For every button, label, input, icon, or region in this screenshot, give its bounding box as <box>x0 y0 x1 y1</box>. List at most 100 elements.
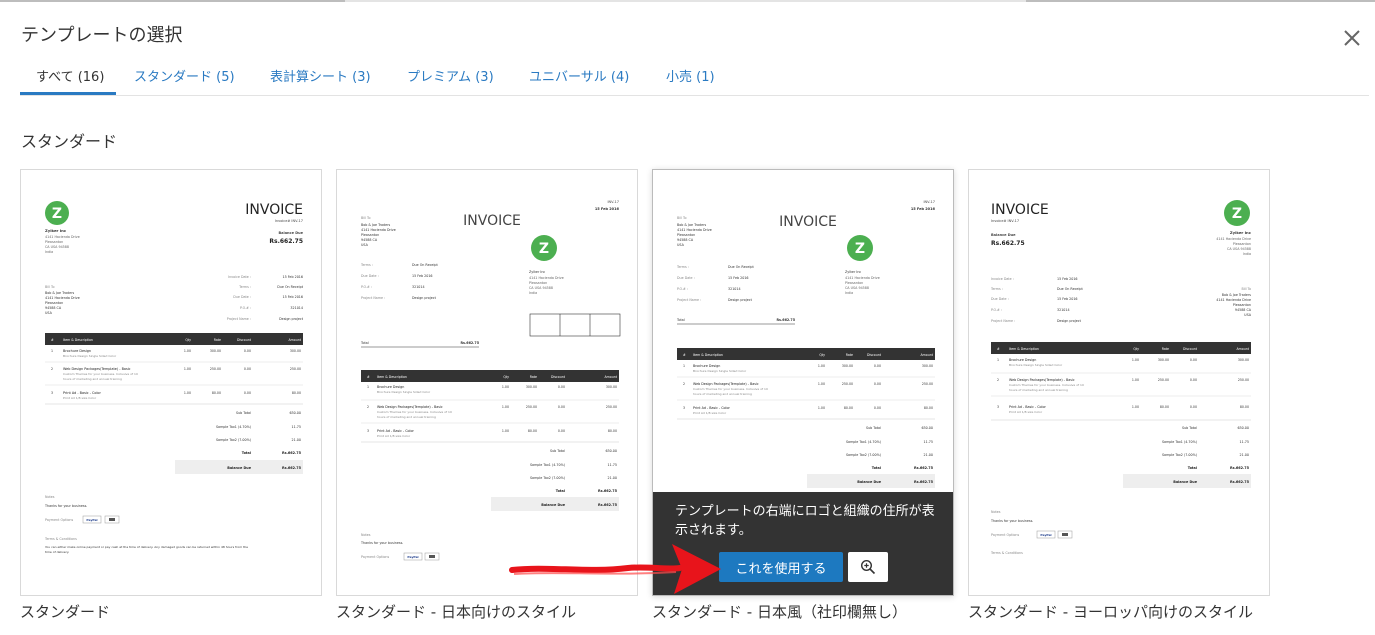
svg-text:Brochure Design: Brochure Design <box>63 349 91 353</box>
totals: Sub Total 630.00 Sample Tax1 (4.70%) 11.… <box>175 411 303 474</box>
items-table: # Item & Description Qty Rate Discount A… <box>45 333 303 405</box>
svg-text:0.00: 0.00 <box>558 385 565 389</box>
template-card-japanese-no-seal[interactable]: INV-17 15 Feb 2016 INVOICE Bill To Bob &… <box>652 169 954 596</box>
company-country: India <box>45 250 53 254</box>
svg-text:Qty: Qty <box>1133 347 1139 351</box>
template-label-standard[interactable]: スタンダード <box>20 601 110 622</box>
svg-text:Invoice Date :: Invoice Date : <box>228 275 251 279</box>
svg-text:Due Date :: Due Date : <box>233 295 251 299</box>
svg-text:2: 2 <box>51 367 53 371</box>
invoice-meta: Invoice Date : 15 Feb 2016 Terms : Due O… <box>990 277 1083 323</box>
company-address: 4141 Hacienda Drive <box>45 235 80 239</box>
svg-text:Bill To: Bill To <box>677 216 687 220</box>
svg-text:630.00: 630.00 <box>1237 426 1249 430</box>
svg-text:CA USA 94588: CA USA 94588 <box>1227 247 1251 251</box>
section-title: スタンダード <box>21 132 118 151</box>
svg-text:Balance Due: Balance Due <box>227 466 251 470</box>
svg-text:P.O.# :: P.O.# : <box>677 287 688 291</box>
svg-text:1.00: 1.00 <box>184 367 191 371</box>
invoice-number: Invoice# INV-17 <box>991 219 1019 223</box>
svg-text:Bob & Joe Traders: Bob & Joe Traders <box>45 291 74 295</box>
svg-text:0.00: 0.00 <box>1190 405 1197 409</box>
svg-text:hours of marketing and annual: hours of marketing and annual training <box>693 392 752 396</box>
template-label-european[interactable]: スタンダード - ヨーロッパ向けのスタイル <box>968 601 1253 622</box>
svg-text:Thanks for your business.: Thanks for your business. <box>990 519 1033 523</box>
svg-text:21.00: 21.00 <box>608 476 617 480</box>
svg-text:Brochure Design: Brochure Design <box>377 385 404 389</box>
invoice-meta: Terms : Due On Receipt Due Date : 15 Feb… <box>360 263 438 300</box>
preview-zoom-button[interactable] <box>848 552 888 582</box>
svg-text:250.00: 250.00 <box>290 367 301 371</box>
svg-text:Brochure Design Single Sided C: Brochure Design Single Sided Color <box>1009 363 1063 367</box>
red-arrow-annotation <box>509 544 721 594</box>
svg-text:Notes: Notes <box>991 510 1001 514</box>
svg-text:Bob & Joe Traders: Bob & Joe Traders <box>361 223 390 227</box>
svg-text:4141 Hacienda Drive: 4141 Hacienda Drive <box>1216 298 1251 302</box>
svg-text:Item & Description: Item & Description <box>63 338 93 342</box>
svg-text:300.00: 300.00 <box>210 349 221 353</box>
svg-text:3: 3 <box>997 405 999 409</box>
svg-text:You can either make online pay: You can either make online payment or pa… <box>45 545 248 549</box>
tab-universal[interactable]: ユニバーサル (4) <box>529 66 629 85</box>
svg-text:India: India <box>845 291 853 295</box>
tab-premium[interactable]: プレミアム (3) <box>407 66 494 85</box>
tab-bar: すべて (16) スタンダード (5) 表計算シート (3) プレミアム (3)… <box>20 58 1369 96</box>
svg-text:Rs.662.75: Rs.662.75 <box>1230 466 1250 470</box>
notes-section: Notes Thanks for your business. Payment … <box>990 510 1073 555</box>
tab-spreadsheet[interactable]: 表計算シート (3) <box>270 66 371 85</box>
invoice-logo: Z <box>847 235 873 261</box>
svg-text:Z: Z <box>52 206 62 222</box>
svg-text:Bill To: Bill To <box>361 216 371 220</box>
svg-text:Design project: Design project <box>1057 319 1082 323</box>
svg-text:Sample Tax1 (4.70%): Sample Tax1 (4.70%) <box>846 440 881 444</box>
svg-text:hours of marketing and annual: hours of marketing and annual training <box>377 415 436 419</box>
seal-boxes <box>529 313 621 337</box>
zoom-in-icon <box>860 559 876 575</box>
invoice-preview: INVOICE Invoice# INV-17 Balance Due Rs.6… <box>990 200 1252 555</box>
svg-text:250.00: 250.00 <box>1238 378 1249 382</box>
template-card-european[interactable]: INVOICE Invoice# INV-17 Balance Due Rs.6… <box>968 169 1270 596</box>
template-label-japanese-no-seal[interactable]: スタンダード - 日本風（社印欄無し） <box>652 601 907 622</box>
dialog-title: テンプレートの選択 <box>21 25 183 46</box>
svg-text:CA USA 94588: CA USA 94588 <box>845 286 869 290</box>
svg-text:PayPal: PayPal <box>1040 533 1051 537</box>
svg-text:time of delivery.: time of delivery. <box>45 550 69 554</box>
svg-text:Project Name :: Project Name : <box>677 298 701 302</box>
svg-text:#: # <box>367 375 370 379</box>
invoice-number: INV-17 <box>607 200 619 204</box>
svg-text:4141 Hacienda Drive: 4141 Hacienda Drive <box>677 228 712 232</box>
svg-text:Payment Options: Payment Options <box>45 518 73 522</box>
company-name: Zylker Inc <box>45 228 66 233</box>
invoice-title: INVOICE <box>463 213 521 229</box>
svg-text:0.00: 0.00 <box>244 349 251 353</box>
tab-all[interactable]: すべて (16) <box>36 66 104 85</box>
svg-text:Amount: Amount <box>920 353 933 357</box>
close-button[interactable] <box>1340 26 1364 50</box>
svg-text:4141 Hacienda Drive: 4141 Hacienda Drive <box>845 276 880 280</box>
svg-text:Custom Themes for your busines: Custom Themes for your business. Inclusi… <box>693 387 768 391</box>
svg-text:Due On Receipt: Due On Receipt <box>277 285 303 289</box>
svg-text:PayPal: PayPal <box>86 518 97 522</box>
svg-text:hours of marketing and annual: hours of marketing and annual training <box>63 377 122 381</box>
svg-text:Terms :: Terms : <box>238 285 251 289</box>
template-label-japanese[interactable]: スタンダード - 日本向けのスタイル <box>336 601 576 622</box>
tab-standard[interactable]: スタンダード (5) <box>134 66 235 85</box>
invoice-logo: Z <box>45 201 69 225</box>
svg-text:250.00: 250.00 <box>606 405 617 409</box>
svg-text:Sample Tax2 (7.00%): Sample Tax2 (7.00%) <box>1162 453 1197 457</box>
svg-text:Design project: Design project <box>728 298 753 302</box>
totals: Sub Total 630.00 Sample Tax1 (4.70%) 11.… <box>807 426 935 488</box>
svg-text:Web Design Packages(Template): Web Design Packages(Template) - Basic <box>693 382 759 386</box>
svg-text:Pleasanton: Pleasanton <box>45 301 63 305</box>
template-card-standard[interactable]: Z INVOICE Invoice# INV-17 Balance Due Rs… <box>20 169 322 596</box>
svg-text:300.00: 300.00 <box>922 364 933 368</box>
template-card-japanese[interactable]: INV-17 15 Feb 2016 INVOICE Bill To Bob &… <box>336 169 638 596</box>
use-template-button[interactable]: これを使用する <box>719 552 843 582</box>
svg-text:80.00: 80.00 <box>212 391 221 395</box>
svg-text:Rs.662.75: Rs.662.75 <box>282 466 302 470</box>
svg-text:Print Ad - Basic - Color: Print Ad - Basic - Color <box>693 406 730 410</box>
tab-retail[interactable]: 小売 (1) <box>666 66 715 85</box>
svg-text:Pleasanton: Pleasanton <box>1233 303 1251 307</box>
svg-text:Pleasanton: Pleasanton <box>1233 242 1251 246</box>
svg-text:Brochure Design Single Sided C: Brochure Design Single Sided Color <box>693 369 747 373</box>
